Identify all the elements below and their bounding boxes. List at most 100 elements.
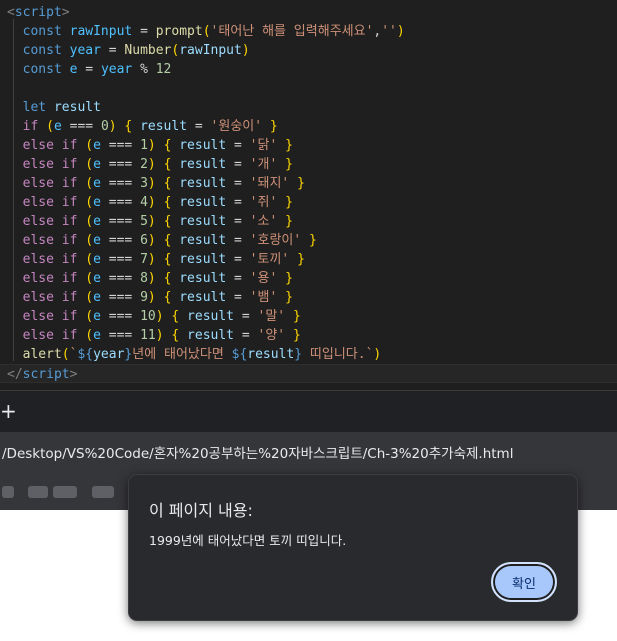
bookmark-item-blurred[interactable] [28, 486, 48, 498]
code-token: 6 [140, 233, 148, 248]
code-editor[interactable]: <script> const rawInput = prompt('태어난 해를… [0, 0, 617, 390]
code-token: = [226, 271, 250, 286]
confirm-button[interactable]: 확인 [491, 562, 557, 602]
code-token: ( [85, 328, 94, 343]
code-token: } [292, 309, 301, 324]
code-token: ) [147, 252, 156, 267]
bookmark-item-blurred[interactable] [92, 486, 114, 498]
code-token: = [226, 138, 250, 153]
code-token: rawInput [69, 24, 133, 39]
code-token: result [187, 309, 235, 324]
code-token: ( [202, 24, 211, 39]
code-line[interactable]: let result [0, 98, 617, 117]
code-token: ${ [231, 347, 248, 362]
code-token: === [100, 271, 141, 286]
dialog-message: 1999년에 태어났다면 토끼 띠입니다. [149, 533, 347, 548]
code-line[interactable]: const year = Number(rawInput) [0, 41, 617, 60]
code-token: = [226, 176, 250, 191]
code-line[interactable]: else if (e === 6) { result = '호랑이' } [0, 231, 617, 250]
code-token: e [93, 328, 101, 343]
code-line[interactable]: else if (e === 2) { result = '개' } [0, 155, 617, 174]
code-token: script [22, 367, 70, 382]
code-token: = [226, 214, 250, 229]
code-token: ) [147, 290, 156, 305]
dialog-title: 이 페이지 내용: [149, 501, 253, 520]
code-token: ( [46, 119, 54, 134]
code-token: = [226, 157, 250, 172]
address-bar[interactable]: /Desktop/VS%20Code/혼자%20공부하는%20자바스크립트/Ch… [0, 432, 617, 474]
code-token: = [226, 233, 250, 248]
code-line[interactable]: alert(`${year}년에 태어났다면 ${result} 띠입니다.`) [0, 345, 617, 364]
code-token: const [22, 43, 62, 58]
code-line[interactable] [0, 79, 617, 98]
code-token: } [297, 252, 305, 267]
code-line[interactable]: else if (e === 7) { result = '토끼' } [0, 250, 617, 269]
code-token: else if [22, 214, 78, 229]
code-token: ( [85, 233, 94, 248]
code-line[interactable]: <script> [0, 3, 617, 22]
code-token: ) [241, 43, 250, 58]
code-token: === [100, 138, 141, 153]
code-line[interactable]: else if (e === 3) { result = '돼지' } [0, 174, 617, 193]
code-token: else if [22, 157, 78, 172]
bookmark-item-blurred[interactable] [53, 486, 77, 498]
new-tab-button[interactable]: + [0, 399, 17, 423]
bookmark-item-blurred[interactable] [2, 486, 14, 498]
code-token: } [292, 328, 301, 343]
code-line[interactable]: else if (e === 9) { result = '뱀' } [0, 288, 617, 307]
code-token: ) [108, 119, 117, 134]
code-token: e [93, 271, 101, 286]
code-token: 년에 태어났다면 [132, 347, 232, 362]
code-token: } [309, 233, 317, 248]
code-token: ) [396, 24, 405, 39]
code-token: 10 [140, 309, 156, 324]
code-token: 7 [140, 252, 148, 267]
code-token: ) [147, 233, 156, 248]
code-line[interactable]: else if (e === 5) { result = '소' } [0, 212, 617, 231]
url-text[interactable]: /Desktop/VS%20Code/혼자%20공부하는%20자바스크립트/Ch… [2, 444, 513, 464]
alert-dialog: 이 페이지 내용: 1999년에 태어났다면 토끼 띠입니다. 확인 [128, 474, 578, 621]
code-token: = [234, 309, 258, 324]
code-line[interactable]: else if (e === 11) { result = '양' } [0, 326, 617, 345]
code-token: result [179, 214, 227, 229]
code-token: } [285, 195, 293, 210]
code-token: ) [147, 176, 156, 191]
code-token: result [179, 195, 227, 210]
code-token: === [100, 328, 141, 343]
code-line[interactable]: const rawInput = prompt('태어난 해를 입력해주세요',… [0, 22, 617, 41]
code-line[interactable]: const e = year % 12 [0, 60, 617, 79]
code-line[interactable]: else if (e === 1) { result = '닭' } [0, 136, 617, 155]
code-token: ( [85, 252, 94, 267]
code-token: ( [61, 347, 70, 362]
code-token: result [187, 328, 235, 343]
code-token: } [285, 271, 293, 286]
code-line[interactable]: </script> [0, 364, 617, 383]
code-token: 12 [155, 62, 172, 77]
code-line[interactable]: else if (e === 8) { result = '용' } [0, 269, 617, 288]
code-token: e [93, 290, 101, 305]
code-line[interactable]: if (e === 0) { result = '원숭이' } [0, 117, 617, 136]
code-token: </ [7, 367, 23, 382]
code-line[interactable]: else if (e === 4) { result = '쥐' } [0, 193, 617, 212]
code-line[interactable]: else if (e === 10) { result = '말' } [0, 307, 617, 326]
